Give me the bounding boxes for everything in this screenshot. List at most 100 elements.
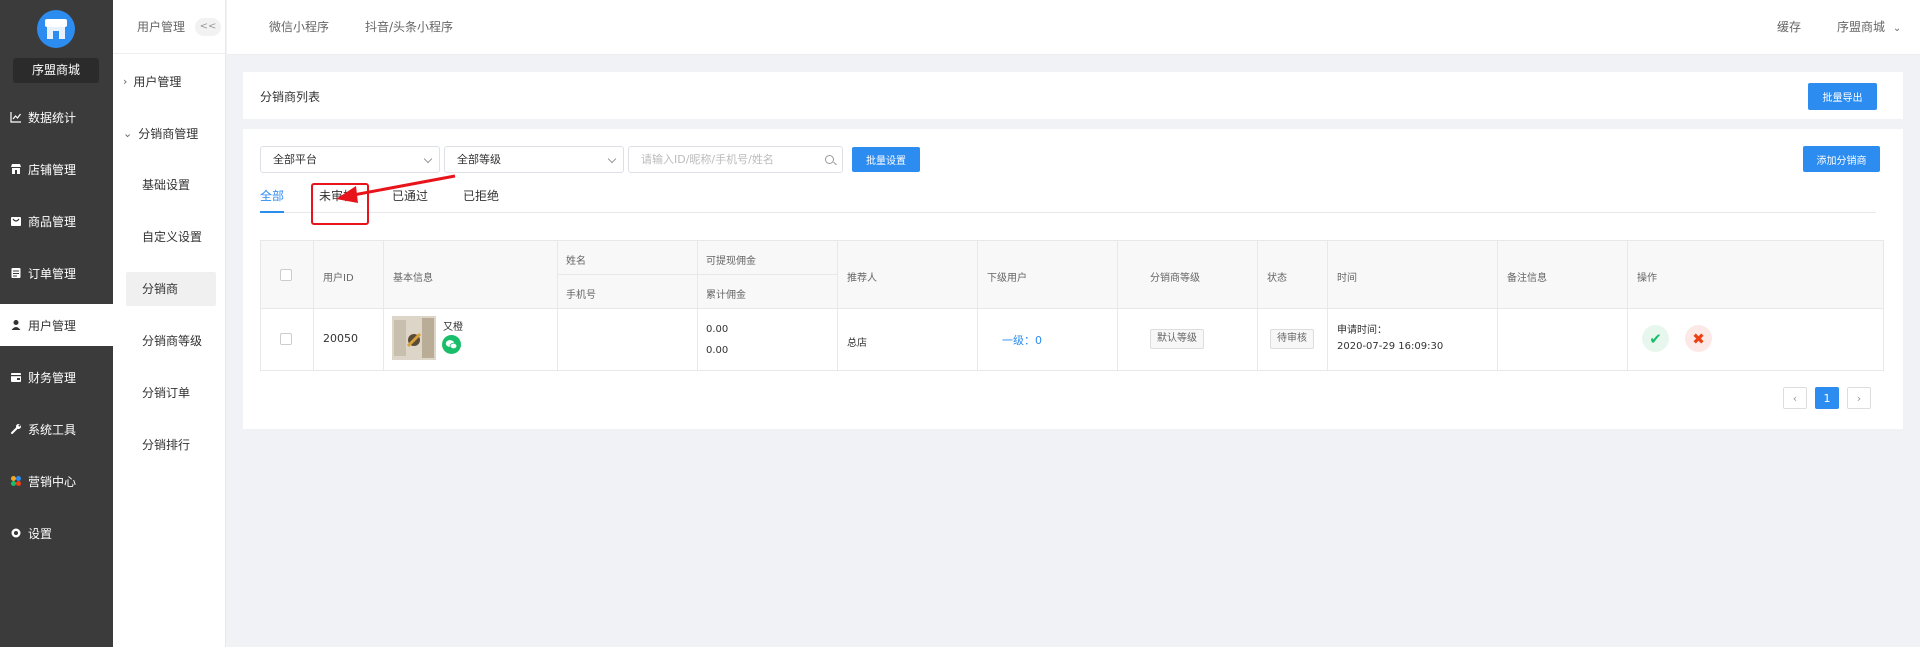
nav-label: 用户管理 [28,318,77,333]
sub-sidebar: 用户管理 << › 用户管理 ⌄ 分销商管理 基础设置 自定义设置 分销商 分销… [113,0,226,647]
th-level: 分销商等级 [1150,273,1200,284]
tab-rejected[interactable]: 已拒绝 [463,185,499,213]
row-referrer: 总店 [847,338,867,349]
level-select[interactable]: 全部等级 [444,146,624,173]
sub-item-basic-settings[interactable]: 基础设置 [126,168,216,202]
row-time-label: 申请时间： [1337,325,1387,336]
chevron-down-icon: ⌄ [123,127,133,140]
wrench-icon [10,423,22,435]
page-title: 分销商列表 [260,90,321,104]
top-bar: 微信小程序 抖音/头条小程序 缓存 序盟商城 ⌄ [227,0,1920,55]
platform-select[interactable]: 全部平台 [260,146,440,173]
nav-item-tools[interactable]: 系统工具 [0,408,113,450]
nav-item-finance[interactable]: 财务管理 [0,356,113,398]
reject-button[interactable]: ✖ [1685,325,1712,352]
th-status: 状态 [1267,273,1287,284]
user-name: 序盟商城 [1837,20,1886,34]
sub-group-distributors[interactable]: ⌄ 分销商管理 [123,125,198,142]
chevron-down-icon [423,154,433,164]
nav-item-store[interactable]: 店铺管理 [0,148,113,190]
collapse-button[interactable]: << [195,17,222,36]
sub-item-distribution-ranking[interactable]: 分销排行 [126,428,216,462]
shop-logo-icon [37,10,75,48]
finance-icon [10,371,22,383]
th-name: 姓名 [566,256,586,267]
th-downline: 下级用户 [987,273,1027,284]
th-time: 时间 [1337,273,1357,284]
chevron-down-icon: ⌄ [1892,23,1902,34]
shop-name: 序盟商城 [13,58,99,83]
nav-label: 订单管理 [28,266,77,281]
platform-select-value: 全部平台 [273,153,317,166]
row-user-id: 20050 [323,332,358,345]
sub-item-distribution-orders[interactable]: 分销订单 [126,376,216,410]
sub-item-distributor-levels[interactable]: 分销商等级 [126,324,216,358]
sub-sidebar-title: 用户管理 [137,20,186,34]
sub-group-users[interactable]: › 用户管理 [123,73,181,90]
nav-label: 商品管理 [28,214,77,229]
top-tab-wechat[interactable]: 微信小程序 [269,0,329,55]
main-card: 全部平台 全部等级 请输入ID/昵称/手机号/姓名 批量设置 添加分销商 全部 … [243,129,1903,429]
sub-item-distributors[interactable]: 分销商 [126,272,216,306]
status-tabs: 全部 未审核 已通过 已拒绝 [260,185,1876,213]
nav-label: 店铺管理 [28,162,77,177]
next-page-button[interactable]: › [1847,387,1871,409]
level-select-value: 全部等级 [457,153,501,166]
th-basic-info: 基本信息 [393,273,433,284]
th-user-id: 用户ID [323,273,354,284]
row-withdrawable: 0.00 [706,324,729,335]
cache-link[interactable]: 缓存 [1777,0,1801,55]
th-referrer: 推荐人 [847,273,877,284]
marketing-icon [10,475,22,487]
nav-item-goods[interactable]: 商品管理 [0,200,113,242]
row-checkbox[interactable] [280,333,292,345]
nav-label: 数据统计 [28,110,77,125]
main-sidebar: 序盟商城 数据统计 店铺管理 商品管理 订单管理 用户管理 财务管理 系统工具 … [0,0,113,647]
tab-all[interactable]: 全部 [260,185,285,213]
nav-label: 财务管理 [28,370,77,385]
wechat-icon [442,335,461,354]
chevron-right-icon: › [123,75,128,88]
sub-sidebar-header: 用户管理 << [113,0,225,54]
sub-group-label: 分销商管理 [138,127,199,141]
chart-icon [10,111,22,123]
top-tab-douyin[interactable]: 抖音/头条小程序 [365,0,453,55]
row-time-value: 2020-07-29 16:09:30 [1337,341,1444,352]
search-placeholder: 请输入ID/昵称/手机号/姓名 [641,153,774,166]
tab-approved[interactable]: 已通过 [392,185,428,213]
nav-item-settings[interactable]: 设置 [0,512,113,554]
th-remark: 备注信息 [1507,273,1547,284]
sub-item-custom-settings[interactable]: 自定义设置 [126,220,216,254]
sub-group-label: 用户管理 [133,75,182,89]
row-downline-link[interactable]: 一级：0 [1002,332,1042,348]
nav-item-orders[interactable]: 订单管理 [0,252,113,294]
approve-button[interactable]: ✔ [1642,325,1669,352]
status-badge: 待审核 [1270,329,1314,349]
avatar [392,316,436,360]
order-icon [10,267,22,279]
page-button-1[interactable]: 1 [1815,387,1839,409]
check-icon: ✔ [1649,329,1662,348]
batch-export-button[interactable]: 批量导出 [1808,83,1877,110]
title-card: 分销商列表 批量导出 [243,72,1903,119]
add-distributor-button[interactable]: 添加分销商 [1803,146,1880,172]
nav-item-marketing[interactable]: 营销中心 [0,460,113,502]
level-badge: 默认等级 [1150,329,1204,349]
store-icon [10,163,22,175]
chevron-left-icon: ‹ [1792,391,1798,405]
distributor-table: 用户ID 基本信息 姓名 手机号 可提现佣金 累计佣金 推荐人 下级用户 分销商… [260,240,1884,371]
nav-item-stats[interactable]: 数据统计 [0,96,113,138]
gear-icon [10,527,22,539]
logo-area: 序盟商城 [0,0,113,88]
prev-page-button[interactable]: ‹ [1783,387,1807,409]
row-nickname: 又橙 [443,322,463,333]
th-action: 操作 [1637,273,1657,284]
user-icon [10,319,22,331]
batch-settings-button[interactable]: 批量设置 [852,147,920,172]
search-input[interactable]: 请输入ID/昵称/手机号/姓名 [628,146,843,173]
select-all-checkbox[interactable] [280,269,292,281]
user-menu[interactable]: 序盟商城 ⌄ [1837,0,1901,55]
nav-item-users[interactable]: 用户管理 [0,304,113,346]
nav-label: 营销中心 [28,474,77,489]
chevron-right-icon: › [1856,391,1862,405]
